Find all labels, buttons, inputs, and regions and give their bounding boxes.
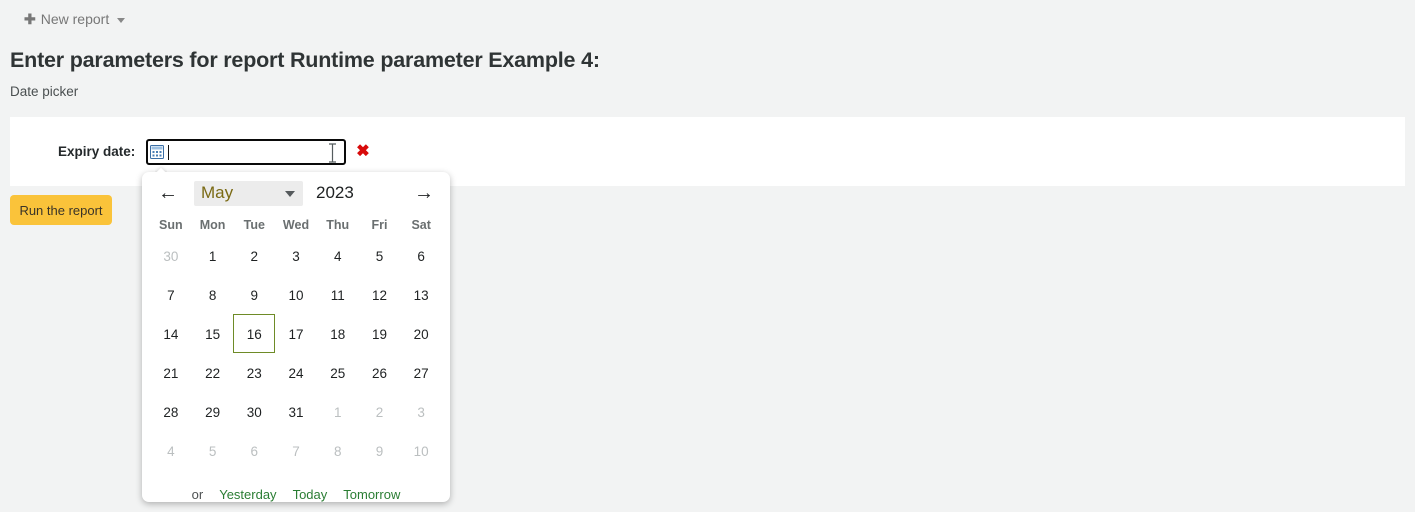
day-cell[interactable]: 1 xyxy=(192,236,234,275)
weekday-label: Sun xyxy=(159,218,183,232)
day-cell[interactable]: 23 xyxy=(233,353,275,392)
day-cell[interactable]: 6 xyxy=(233,431,275,470)
next-month-button[interactable]: → xyxy=(412,183,436,203)
expiry-date-input-group[interactable] xyxy=(146,138,347,165)
day-cell[interactable]: 30 xyxy=(233,392,275,431)
week-row: 30 1 2 3 4 5 6 xyxy=(150,236,442,275)
page-subtitle: Date picker xyxy=(10,84,79,99)
week-row: 4 5 6 7 8 9 10 xyxy=(150,431,442,470)
yesterday-link[interactable]: Yesterday xyxy=(219,487,276,502)
day-cell[interactable]: 15 xyxy=(192,314,234,353)
previous-month-button[interactable]: ← xyxy=(156,183,180,203)
weekday-label: Mon xyxy=(199,218,226,232)
day-cell[interactable]: 10 xyxy=(400,431,442,470)
expiry-date-label: Expiry date: xyxy=(58,144,136,159)
today-link[interactable]: Today xyxy=(293,487,328,502)
day-cell[interactable]: 7 xyxy=(150,275,192,314)
day-cell[interactable]: 12 xyxy=(359,275,401,314)
datepicker-header: ← May 2023 → xyxy=(142,172,450,214)
week-row: 7 8 9 10 11 12 13 xyxy=(150,275,442,314)
day-cell[interactable]: 1 xyxy=(317,392,359,431)
week-row: 14 15 16 17 18 19 20 xyxy=(150,314,442,353)
day-cell[interactable]: 22 xyxy=(192,353,234,392)
day-cell[interactable]: 20 xyxy=(400,314,442,353)
day-cell[interactable]: 6 xyxy=(400,236,442,275)
day-cell[interactable]: 18 xyxy=(317,314,359,353)
day-cell[interactable]: 8 xyxy=(192,275,234,314)
day-cell[interactable]: 2 xyxy=(359,392,401,431)
datepicker-grid: Sun Mon Tue Wed Thu Fri Sat 30 1 2 3 4 5 6 7 8 9 1… xyxy=(142,214,450,470)
day-cell[interactable]: 9 xyxy=(233,275,275,314)
page-title: Enter parameters for report Runtime para… xyxy=(10,48,600,72)
new-report-menu[interactable]: ✚ New report xyxy=(24,11,126,27)
day-cell[interactable]: 25 xyxy=(317,353,359,392)
day-cell[interactable]: 28 xyxy=(150,392,192,431)
weekday-label: Fri xyxy=(371,218,388,232)
day-cell[interactable]: 7 xyxy=(275,431,317,470)
calendar-icon[interactable] xyxy=(150,144,165,159)
day-cell[interactable]: 3 xyxy=(400,392,442,431)
month-select[interactable]: May xyxy=(194,180,303,206)
day-cell[interactable]: 14 xyxy=(150,314,192,353)
day-cell[interactable]: 24 xyxy=(275,353,317,392)
day-cell[interactable]: 26 xyxy=(359,353,401,392)
day-cell[interactable]: 3 xyxy=(275,236,317,275)
weekday-label: Wed xyxy=(282,218,310,232)
top-navigation-bar: ✚ New report xyxy=(0,0,1415,38)
new-report-label: New report xyxy=(40,11,110,27)
day-cell[interactable]: 5 xyxy=(192,431,234,470)
day-cell[interactable]: 30 xyxy=(150,236,192,275)
weekday-label: Thu xyxy=(326,218,350,232)
text-caret xyxy=(168,144,170,160)
expiry-date-input[interactable] xyxy=(164,141,345,162)
week-row: 28 29 30 31 1 2 3 xyxy=(150,392,442,431)
day-cell-selected[interactable]: 16 xyxy=(233,314,276,353)
day-cell[interactable]: 5 xyxy=(359,236,401,275)
weekday-label: Tue xyxy=(243,218,265,232)
day-cell[interactable]: 13 xyxy=(400,275,442,314)
day-cell[interactable]: 4 xyxy=(317,236,359,275)
run-report-button[interactable]: Run the report xyxy=(10,195,112,225)
datepicker-footer: or Yesterday Today Tomorrow xyxy=(142,476,450,512)
day-cell[interactable]: 27 xyxy=(400,353,442,392)
weekday-label: Sat xyxy=(411,218,431,232)
tomorrow-link[interactable]: Tomorrow xyxy=(343,487,400,502)
clear-date-button[interactable]: ✖ xyxy=(356,143,369,160)
datepicker-popup: ← May 2023 → Sun Mon Tue Wed Thu Fri Sat… xyxy=(142,172,450,502)
day-cell[interactable]: 17 xyxy=(275,314,317,353)
day-cell[interactable]: 29 xyxy=(192,392,234,431)
day-grid-body: 30 1 2 3 4 5 6 7 8 9 10 11 12 13 14 15 16 17 18 19 20 21 22 23 2… xyxy=(150,236,442,470)
or-label: or xyxy=(191,486,204,502)
day-cell[interactable]: 4 xyxy=(150,431,192,470)
day-cell[interactable]: 11 xyxy=(317,275,359,314)
chevron-down-icon xyxy=(117,17,126,23)
chevron-down-icon xyxy=(285,190,295,197)
year-label: 2023 xyxy=(316,183,354,202)
month-select-label: May xyxy=(201,183,234,202)
day-cell[interactable]: 31 xyxy=(275,392,317,431)
day-cell[interactable]: 9 xyxy=(359,431,401,470)
week-row: 21 22 23 24 25 26 27 xyxy=(150,353,442,392)
day-cell[interactable]: 19 xyxy=(359,314,401,353)
day-cell[interactable]: 10 xyxy=(275,275,317,314)
day-cell[interactable]: 2 xyxy=(233,236,275,275)
day-cell[interactable]: 8 xyxy=(317,431,359,470)
weekday-header-row: Sun Mon Tue Wed Thu Fri Sat xyxy=(150,214,442,236)
plus-icon: ✚ xyxy=(24,11,36,27)
day-cell[interactable]: 21 xyxy=(150,353,192,392)
